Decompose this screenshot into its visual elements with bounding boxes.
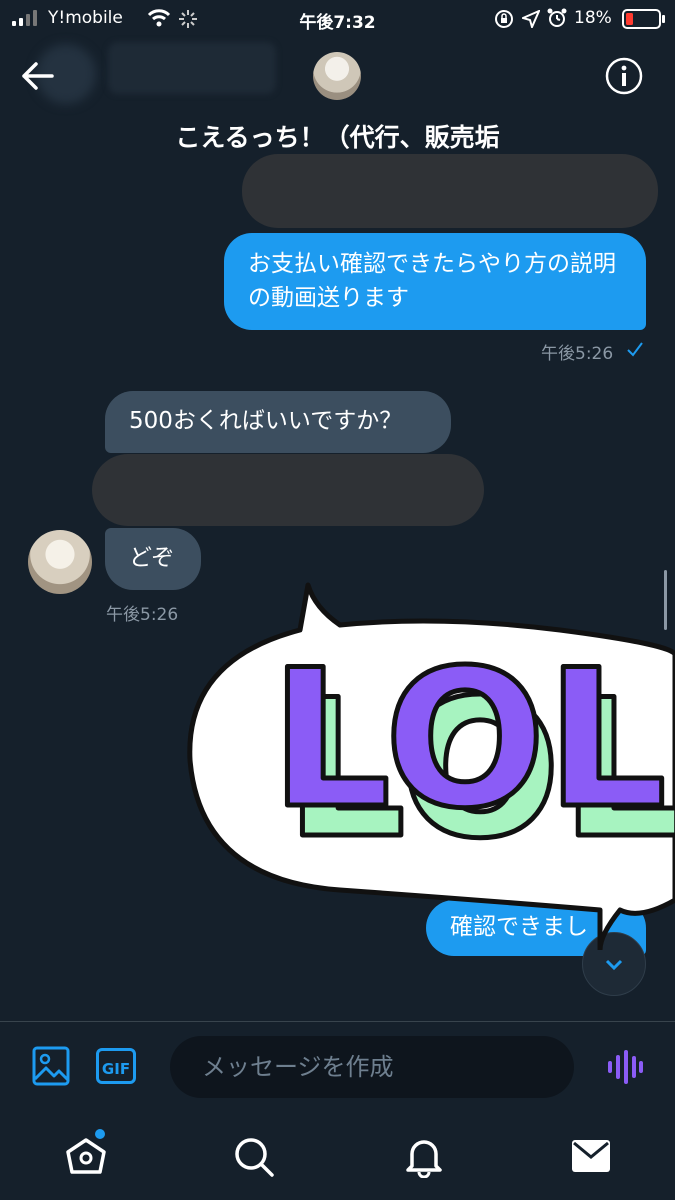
read-check-icon (626, 341, 644, 357)
redacted-message (92, 454, 484, 526)
voice-message-icon[interactable] (607, 1050, 643, 1084)
info-icon[interactable] (605, 57, 643, 95)
search-icon[interactable] (233, 1136, 275, 1178)
lol-sticker: LOL LOL (180, 580, 675, 953)
contact-avatar[interactable] (313, 52, 361, 100)
message-text: お支払い確認できたらやり方の説明の動画送ります (248, 251, 616, 311)
blurred-area (108, 42, 276, 94)
sent-message[interactable]: お支払い確認できたらやり方の説明の動画送ります (224, 233, 646, 330)
image-icon[interactable] (32, 1046, 70, 1086)
alarm-icon (547, 8, 567, 28)
message-text: 500おくればいいですか？ (129, 408, 403, 434)
conversation-title[interactable]: こえるっち！（代行、販売垢 (0, 118, 675, 154)
composer-divider (0, 1021, 675, 1022)
message-timestamp: 午後5:26 (106, 605, 179, 625)
message-timestamp: 午後5:26 (541, 344, 614, 364)
message-text: どぞ (129, 545, 175, 571)
location-icon (522, 10, 540, 28)
gif-button[interactable]: GIF (96, 1048, 136, 1084)
sender-avatar[interactable] (28, 530, 92, 594)
battery-percent: 18% (574, 8, 612, 28)
home-icon[interactable] (64, 1134, 108, 1178)
notifications-bell-icon[interactable] (404, 1134, 444, 1178)
back-arrow-icon[interactable] (20, 58, 56, 94)
redacted-message (242, 154, 658, 228)
messages-envelope-icon[interactable] (571, 1139, 611, 1173)
sticker-main-text: LOL (270, 629, 667, 850)
rotation-lock-icon (494, 9, 514, 29)
message-input[interactable]: メッセージを作成 (170, 1036, 574, 1098)
battery-icon (622, 8, 666, 30)
received-message[interactable]: 500おくればいいですか？ (105, 391, 451, 453)
notification-dot (95, 1129, 105, 1139)
status-bar: Y!mobile 午後7:32 18% (0, 0, 675, 36)
